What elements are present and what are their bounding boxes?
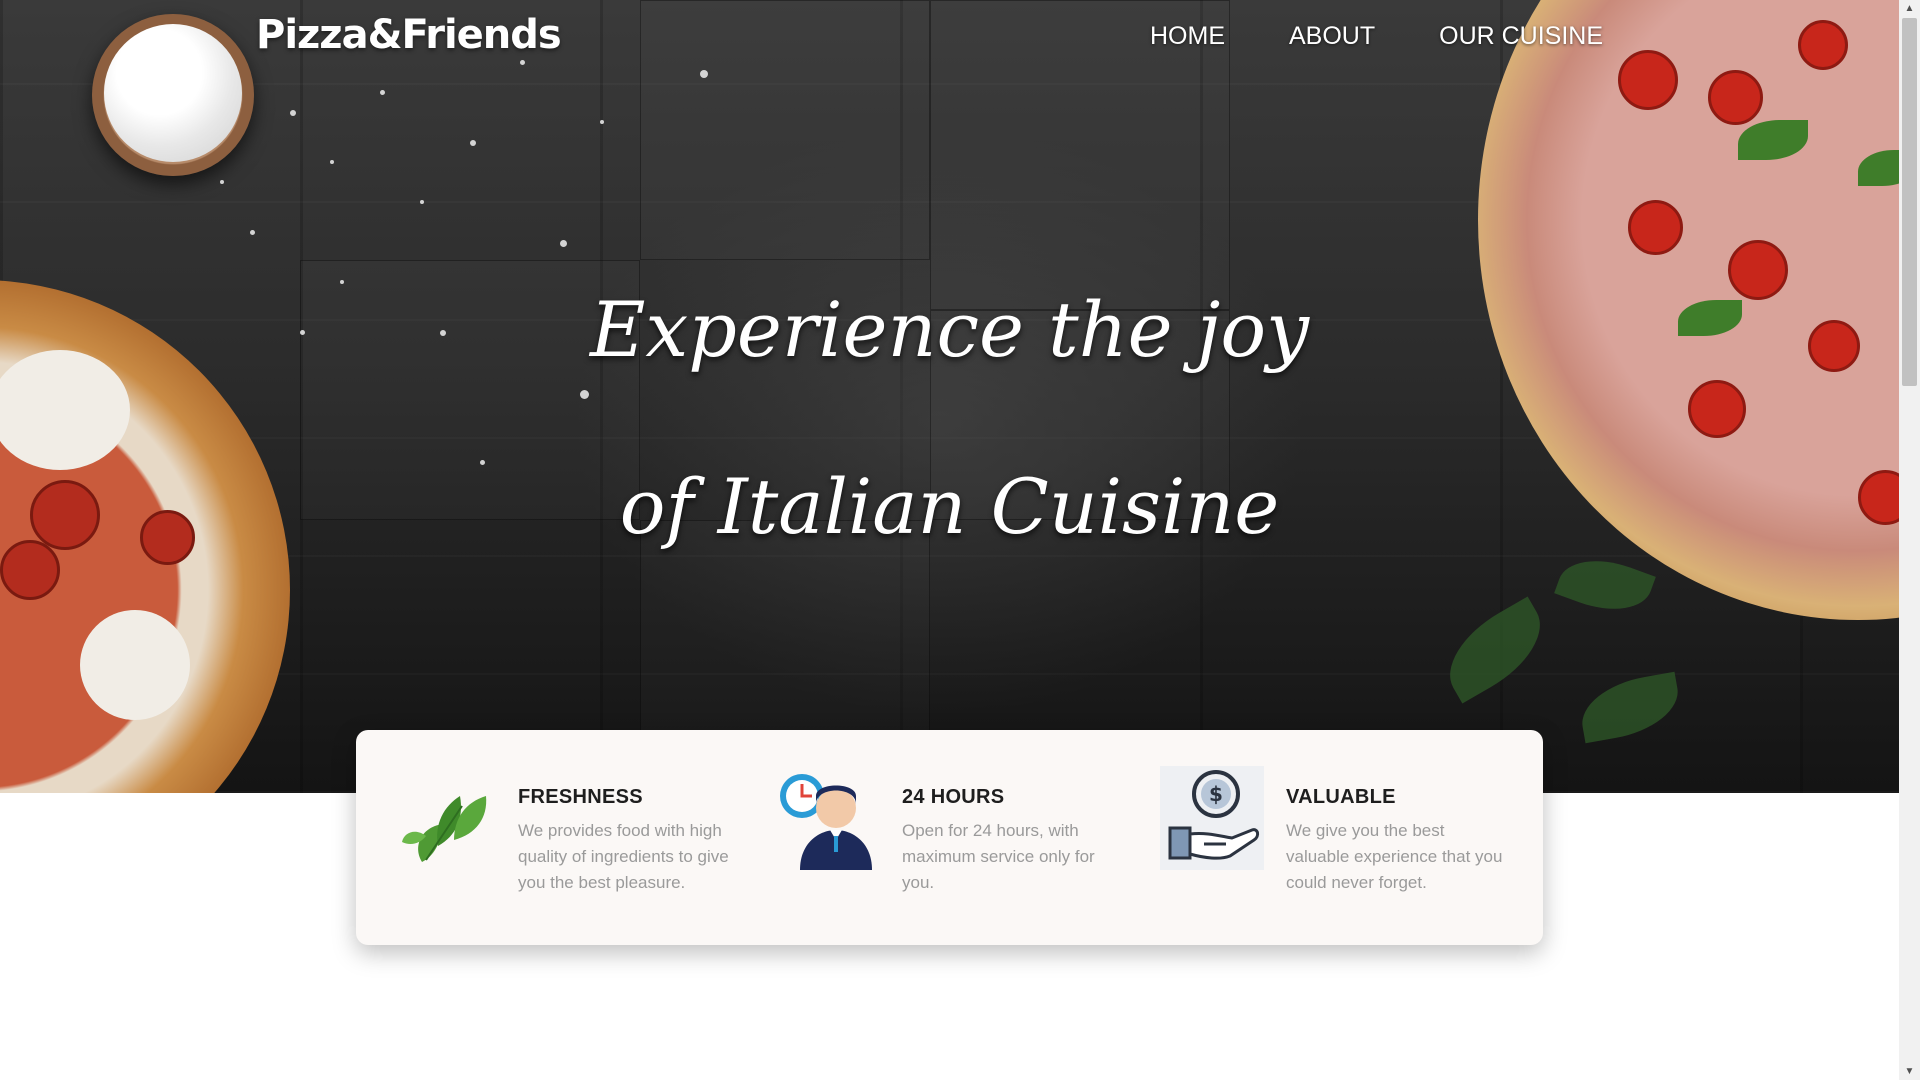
feature-title: 24 HOURS — [902, 786, 1005, 808]
nav-link-about[interactable]: ABOUT — [1289, 22, 1375, 51]
basil-leaf — [1432, 596, 1558, 704]
site-logo[interactable]: Pizza&Friends — [256, 12, 562, 58]
scroll-up-arrow-icon[interactable]: ▲ — [1899, 0, 1920, 17]
support-agent-clock-icon — [780, 774, 872, 870]
page-scrollbar[interactable]: ▲ ▼ — [1899, 0, 1920, 1080]
hero-section: Pizza&Friends HOME ABOUT OUR CUISINE Exp… — [0, 0, 1899, 793]
hero-headline-line-1: Experience the joy — [589, 285, 1310, 374]
nav-link-our-cuisine[interactable]: OUR CUISINE — [1439, 22, 1603, 51]
basil-leaf — [1575, 671, 1685, 744]
feature-description: We give you the best valuable experience… — [1286, 821, 1503, 892]
hero-headline-line-2: of Italian Cuisine — [619, 462, 1280, 551]
features-card: FRESHNESS We provides food with high qua… — [356, 730, 1543, 945]
svg-text:$: $ — [1209, 782, 1223, 806]
leaves-icon — [402, 796, 487, 862]
main-nav: HOME ABOUT OUR CUISINE — [1150, 22, 1603, 51]
hand-coin-icon: $ — [1160, 766, 1264, 870]
feature-freshness: FRESHNESS We provides food with high qua… — [356, 766, 736, 916]
feature-title: FRESHNESS — [518, 786, 643, 808]
stone-slab — [640, 0, 930, 260]
basil-leaf — [1554, 546, 1656, 624]
scrollbar-thumb[interactable] — [1902, 18, 1917, 386]
nav-link-home[interactable]: HOME — [1150, 22, 1225, 51]
scroll-down-arrow-icon[interactable]: ▼ — [1899, 1063, 1920, 1080]
feature-description: Open for 24 hours, with maximum service … — [902, 821, 1095, 892]
feature-title: VALUABLE — [1286, 786, 1396, 808]
feature-24-hours: 24 HOURS Open for 24 hours, with maximum… — [740, 766, 1120, 916]
feature-description: We provides food with high quality of in… — [518, 821, 729, 892]
salt-bowl-image — [92, 14, 254, 176]
feature-valuable: $ VALUABLE We give you the best valuable… — [1124, 766, 1504, 916]
